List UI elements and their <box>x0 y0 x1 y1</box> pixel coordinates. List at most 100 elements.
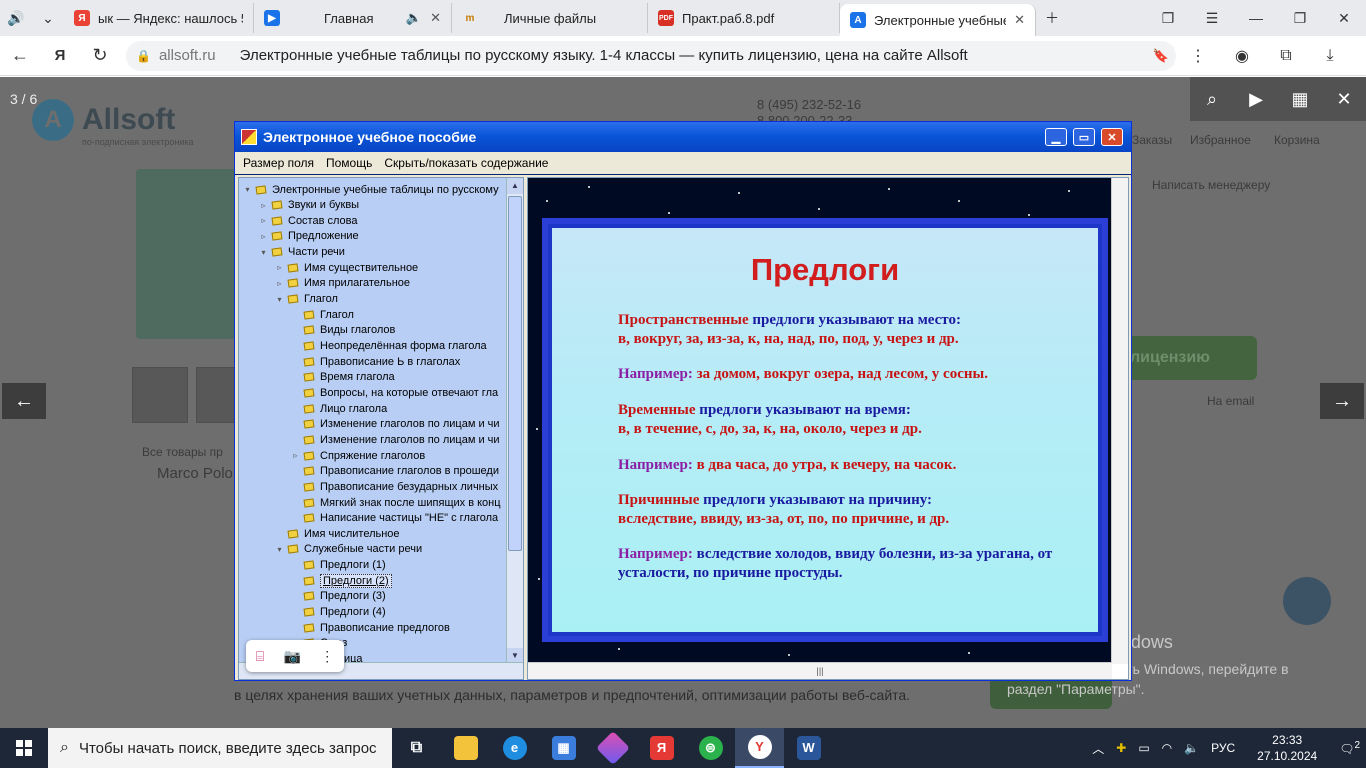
download-icon[interactable]: ⤓ <box>1308 47 1352 65</box>
tree-item[interactable]: ▾ Электронные учебные таблицы по русскому <box>243 182 498 197</box>
clock[interactable]: 23:33 27.10.2024 <box>1241 732 1333 764</box>
store-icon[interactable]: ▦ <box>539 728 588 768</box>
edge-icon[interactable]: e <box>490 728 539 768</box>
extensions-icon[interactable]: ⧉ <box>1264 47 1308 65</box>
tree-item[interactable]: Правописание глаголов в прошеди <box>291 464 499 479</box>
menu-field-size[interactable]: Размер поля <box>243 156 314 170</box>
tree-item[interactable]: ▹ Состав слова <box>259 213 357 228</box>
tab-yandex[interactable]: Я ык — Яндекс: нашлось 5 т <box>64 3 254 33</box>
collections-icon[interactable]: ❐ <box>1146 10 1190 27</box>
new-tab-icon[interactable]: ＋ <box>1036 4 1068 32</box>
gem-app-icon[interactable] <box>588 728 637 768</box>
tree-vertical-scrollbar[interactable]: ▲ ▼ <box>506 178 523 664</box>
alice-icon[interactable]: ◉ <box>1220 46 1264 66</box>
restore-icon[interactable]: ❐ <box>1278 10 1322 27</box>
tree-item[interactable]: Правописание безударных личных <box>291 479 498 494</box>
expand-toggle-icon[interactable]: ▹ <box>275 263 284 272</box>
speaker-icon[interactable]: 🔊 <box>0 4 32 32</box>
tree-item[interactable]: Предлоги (4) <box>291 605 386 620</box>
minimize-icon[interactable]: — <box>1234 10 1278 26</box>
tree-item[interactable]: Имя числительное <box>275 526 400 541</box>
tree-item[interactable]: Время глагола <box>291 370 395 385</box>
wifi-icon[interactable]: ◠ <box>1156 741 1178 755</box>
yandex-app-icon[interactable]: Я <box>637 728 686 768</box>
volume-icon[interactable]: 🔈 <box>1178 741 1205 755</box>
task-view-icon[interactable]: ⧉ <box>392 728 441 768</box>
close-tab-icon[interactable]: ✕ <box>1014 12 1025 28</box>
prev-image-arrow-icon[interactable]: ← <box>2 383 46 419</box>
menu-help[interactable]: Помощь <box>326 156 372 170</box>
language-indicator[interactable]: РУС <box>1205 741 1241 755</box>
tab-home[interactable]: ▶ Главная 🔈 ✕ <box>254 3 452 33</box>
tree-item[interactable]: Глагол <box>291 307 354 322</box>
word-icon[interactable]: W <box>784 728 833 768</box>
more-options-icon[interactable]: ⋮ <box>320 648 334 665</box>
app-minimize-icon[interactable]: ▁ <box>1045 128 1067 146</box>
scroll-thumb[interactable] <box>508 196 522 551</box>
tree-item[interactable]: Изменение глаголов по лицам и чи <box>291 432 500 447</box>
url-field[interactable]: 🔒 allsoft.ru Электронные учебные таблицы… <box>126 40 1176 71</box>
notifications-icon[interactable]: 🗨2 <box>1333 740 1366 756</box>
tree-item[interactable]: Лицо глагола <box>291 401 387 416</box>
start-button[interactable] <box>0 728 48 768</box>
tree-item[interactable]: ▹ Имя прилагательное <box>275 276 410 291</box>
file-explorer-icon[interactable] <box>441 728 490 768</box>
app-close-icon[interactable]: ✕ <box>1101 128 1123 146</box>
back-icon[interactable]: ← <box>0 45 40 66</box>
expand-toggle-icon[interactable]: ▹ <box>275 279 284 288</box>
tree-item[interactable]: ▾ Глагол <box>275 292 337 307</box>
tree-item[interactable]: Правописание Ь в глаголах <box>291 354 460 369</box>
green-app-icon[interactable]: ⊜ <box>686 728 735 768</box>
menu-icon[interactable]: ☰ <box>1190 10 1234 27</box>
slideshow-play-icon[interactable]: ▶ <box>1234 89 1278 110</box>
tab-allsoft[interactable]: A Электронные учебные ✕ <box>840 4 1036 36</box>
camera-icon[interactable]: 📷 <box>283 648 300 665</box>
mute-icon[interactable]: 🔈 <box>406 10 422 26</box>
tree-item[interactable]: ▹ Предложение <box>259 229 358 244</box>
taskbar-search[interactable]: ⌕ Чтобы начать поиск, введите здесь запр… <box>48 728 392 768</box>
tray-chevron-icon[interactable]: ︿ <box>1086 740 1110 757</box>
tree-item[interactable]: ▾ Служебные части речи <box>275 542 422 557</box>
expand-toggle-icon[interactable]: ▾ <box>275 295 284 304</box>
tree-item[interactable]: Предлоги (1) <box>291 558 386 573</box>
expand-toggle-icon[interactable]: ▾ <box>275 545 284 554</box>
reload-icon[interactable]: ↻ <box>80 45 120 66</box>
tray-app-icon[interactable]: ✚ <box>1110 741 1132 755</box>
battery-icon[interactable]: ▭ <box>1132 741 1155 755</box>
app-maximize-icon[interactable]: ▭ <box>1073 128 1095 146</box>
expand-toggle-icon[interactable]: ▹ <box>259 216 268 225</box>
next-image-arrow-icon[interactable]: → <box>1320 383 1364 419</box>
tab-files[interactable]: m Личные файлы <box>452 3 648 33</box>
tree-item[interactable]: Изменение глаголов по лицам и чи <box>291 417 500 432</box>
expand-toggle-icon[interactable]: ▹ <box>259 232 268 241</box>
text-recognition-icon[interactable]: ⌸ <box>256 648 264 665</box>
tree-item[interactable]: ▹ Имя существительное <box>275 260 418 275</box>
more-icon[interactable]: ⋮ <box>1176 46 1220 66</box>
grid-icon[interactable]: ▦ <box>1278 89 1322 110</box>
slide-horizontal-scrollbar[interactable]: ||| <box>528 662 1112 679</box>
tab-pdf[interactable]: PDF Практ.раб.8.pdf <box>648 3 840 33</box>
tree-item[interactable]: Правописание предлогов <box>291 620 450 635</box>
scroll-up-icon[interactable]: ▲ <box>507 178 523 194</box>
close-window-icon[interactable]: ✕ <box>1322 10 1366 27</box>
slide-vertical-scrollbar[interactable] <box>1111 178 1128 664</box>
tabs-dropdown-icon[interactable]: ⌄ <box>32 4 64 32</box>
tree-item[interactable]: ▹ Спряжение глаголов <box>291 448 425 463</box>
yandex-browser-icon[interactable]: Y <box>735 728 784 768</box>
zoom-icon[interactable]: ⌕ <box>1190 89 1234 110</box>
tree-item[interactable]: ▾ Части речи <box>259 245 344 260</box>
tree-item[interactable]: Предлоги (3) <box>291 589 386 604</box>
close-tab-icon[interactable]: ✕ <box>430 10 441 26</box>
tree-item[interactable]: Виды глаголов <box>291 323 395 338</box>
bookmark-icon[interactable]: 🔖 <box>1146 48 1176 64</box>
expand-toggle-icon[interactable]: ▾ <box>259 248 268 257</box>
tree-item[interactable]: Вопросы, на которые отвечают гла <box>291 385 498 400</box>
menu-toggle-contents[interactable]: Скрыть/показать содержание <box>384 156 548 170</box>
expand-toggle-icon[interactable]: ▹ <box>259 201 268 210</box>
lock-icon[interactable]: 🔒 <box>136 49 151 63</box>
expand-toggle-icon[interactable]: ▾ <box>243 185 252 194</box>
tree-item[interactable]: Предлоги (2) <box>291 573 392 588</box>
expand-toggle-icon[interactable]: ▹ <box>291 451 300 460</box>
tree-item[interactable]: ▹ Звуки и буквы <box>259 198 359 213</box>
yandex-logo-icon[interactable]: Я <box>40 47 80 64</box>
